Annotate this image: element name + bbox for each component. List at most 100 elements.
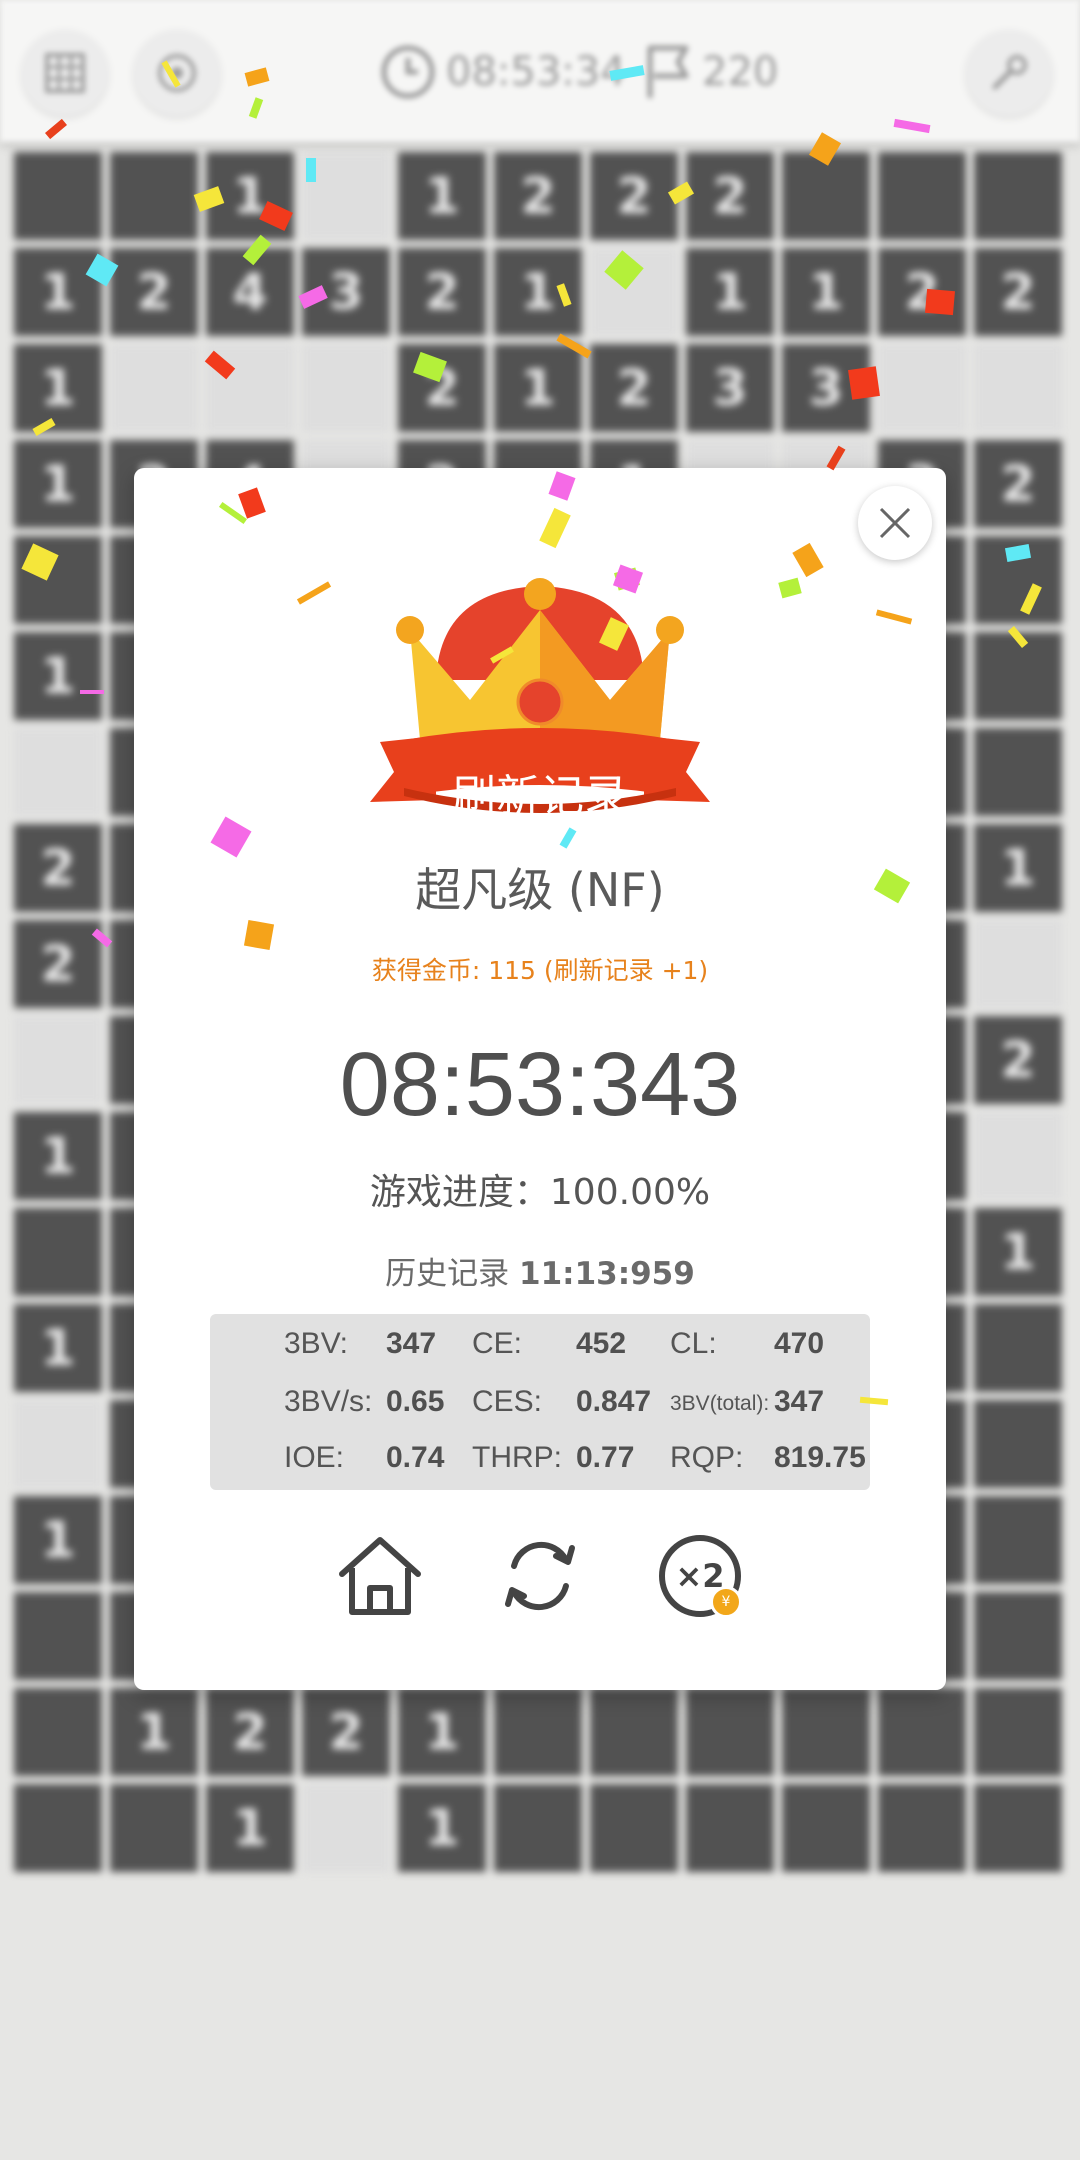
board-cell[interactable] xyxy=(782,1784,870,1872)
board-cell[interactable]: 2 xyxy=(302,1688,390,1776)
board-cell[interactable] xyxy=(974,1592,1062,1680)
board-cell[interactable]: 2 xyxy=(398,248,486,336)
stat-value-3bv: 347 xyxy=(386,1327,437,1360)
board-cell[interactable] xyxy=(878,1688,966,1776)
board-cell[interactable]: 1 xyxy=(14,1112,102,1200)
board-cell[interactable]: 2 xyxy=(494,152,582,240)
board-cell[interactable]: 1 xyxy=(14,632,102,720)
board-cell[interactable]: 2 xyxy=(14,920,102,1008)
flag-counter: 220 xyxy=(640,42,778,102)
stat-value-cl: 470 xyxy=(774,1327,825,1360)
board-cell[interactable]: 1 xyxy=(494,344,582,432)
board-cell[interactable]: 1 xyxy=(398,1688,486,1776)
board-cell[interactable] xyxy=(878,152,966,240)
board-cell[interactable] xyxy=(110,344,198,432)
home-icon xyxy=(339,1537,421,1615)
board-cell[interactable] xyxy=(14,1784,102,1872)
stat-value-thrp: 0.77 xyxy=(576,1441,635,1474)
board-cell[interactable]: 1 xyxy=(14,1496,102,1584)
board-cell[interactable]: 3 xyxy=(302,248,390,336)
board-cell[interactable]: 1 xyxy=(974,1208,1062,1296)
board-cell[interactable]: 1 xyxy=(686,248,774,336)
board-cell[interactable] xyxy=(14,1592,102,1680)
board-cell[interactable] xyxy=(782,152,870,240)
stat-label-rqp: RQP: xyxy=(670,1441,744,1474)
board-cell[interactable]: 2 xyxy=(110,248,198,336)
stat-label-ces: CES: xyxy=(472,1385,543,1418)
board-cell[interactable]: 2 xyxy=(974,1016,1062,1104)
board-cell[interactable] xyxy=(974,920,1062,1008)
close-icon xyxy=(879,507,911,539)
board-cell[interactable] xyxy=(974,1784,1062,1872)
board-cell[interactable] xyxy=(974,1496,1062,1584)
board-cell[interactable]: 3 xyxy=(782,344,870,432)
board-cell[interactable]: 2 xyxy=(14,824,102,912)
board-cell[interactable] xyxy=(206,344,294,432)
board-cell[interactable] xyxy=(590,248,678,336)
board-cell[interactable] xyxy=(302,152,390,240)
board-cell[interactable]: 1 xyxy=(494,248,582,336)
board-cell[interactable] xyxy=(974,344,1062,432)
menu-button[interactable] xyxy=(22,30,108,116)
settings-button[interactable] xyxy=(966,30,1052,116)
board-cell[interactable] xyxy=(14,728,102,816)
close-button[interactable] xyxy=(858,486,932,560)
board-cell[interactable]: 1 xyxy=(974,824,1062,912)
board-cell[interactable]: 2 xyxy=(398,344,486,432)
board-cell[interactable]: 2 xyxy=(590,344,678,432)
restart-button[interactable] xyxy=(494,1530,586,1622)
board-cell[interactable]: 2 xyxy=(974,248,1062,336)
board-cell[interactable] xyxy=(974,1400,1062,1488)
board-cell[interactable] xyxy=(974,632,1062,720)
board-cell[interactable] xyxy=(974,1112,1062,1200)
home-button[interactable] xyxy=(334,1530,426,1622)
double-reward-button[interactable]: ×2 ¥ xyxy=(654,1530,746,1622)
result-dialog: 刷新记录 超凡级 (NF) 获得金币: 115 (刷新记录 +1) 08:53:… xyxy=(134,468,946,1690)
board-cell[interactable] xyxy=(14,536,102,624)
board-cell[interactable] xyxy=(14,1400,102,1488)
board-cell[interactable] xyxy=(782,1688,870,1776)
board-cell[interactable] xyxy=(302,344,390,432)
board-cell[interactable] xyxy=(494,1688,582,1776)
board-cell[interactable] xyxy=(14,1688,102,1776)
board-cell[interactable]: 1 xyxy=(110,1688,198,1776)
board-cell[interactable]: 2 xyxy=(206,1688,294,1776)
board-cell[interactable]: 1 xyxy=(206,152,294,240)
clock-icon xyxy=(381,45,435,99)
board-cell[interactable]: 2 xyxy=(878,248,966,336)
board-cell[interactable] xyxy=(974,728,1062,816)
stat-value-3bvs: 0.65 xyxy=(386,1385,445,1418)
board-cell[interactable] xyxy=(302,1784,390,1872)
board-cell[interactable] xyxy=(878,344,966,432)
board-cell[interactable]: 1 xyxy=(398,1784,486,1872)
board-cell[interactable] xyxy=(878,1784,966,1872)
board-cell[interactable] xyxy=(974,1304,1062,1392)
board-cell[interactable] xyxy=(14,1208,102,1296)
hint-button[interactable] xyxy=(134,30,220,116)
board-cell[interactable]: 2 xyxy=(686,152,774,240)
board-cell[interactable] xyxy=(974,152,1062,240)
board-cell[interactable]: 3 xyxy=(686,344,774,432)
board-cell[interactable] xyxy=(110,1784,198,1872)
board-cell[interactable]: 2 xyxy=(590,152,678,240)
board-cell[interactable] xyxy=(686,1784,774,1872)
board-cell[interactable]: 1 xyxy=(14,344,102,432)
board-cell[interactable] xyxy=(590,1784,678,1872)
board-cell[interactable] xyxy=(686,1688,774,1776)
board-cell[interactable] xyxy=(14,152,102,240)
board-cell[interactable]: 1 xyxy=(14,1304,102,1392)
hint-icon xyxy=(158,54,196,92)
board-cell[interactable]: 2 xyxy=(974,440,1062,528)
board-cell[interactable] xyxy=(590,1688,678,1776)
board-cell[interactable] xyxy=(974,536,1062,624)
board-cell[interactable] xyxy=(14,1016,102,1104)
board-cell[interactable]: 1 xyxy=(206,1784,294,1872)
board-cell[interactable]: 1 xyxy=(14,440,102,528)
board-cell[interactable]: 4 xyxy=(206,248,294,336)
board-cell[interactable]: 1 xyxy=(398,152,486,240)
board-cell[interactable]: 1 xyxy=(14,248,102,336)
board-cell[interactable]: 1 xyxy=(782,248,870,336)
board-cell[interactable] xyxy=(110,152,198,240)
board-cell[interactable] xyxy=(974,1688,1062,1776)
board-cell[interactable] xyxy=(494,1784,582,1872)
